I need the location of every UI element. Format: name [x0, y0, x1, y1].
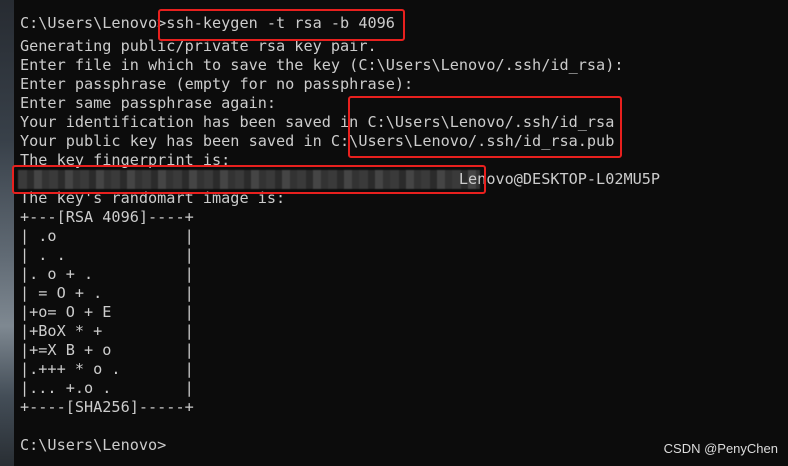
randomart-line: |+=X B + o |: [20, 341, 194, 359]
output-line: Enter file in which to save the key (C:\…: [20, 56, 624, 74]
command-line: C:\Users\Lenovo>ssh-keygen -t rsa -b 409…: [20, 14, 395, 32]
command-prompt[interactable]: C:\Users\Lenovo>: [20, 436, 166, 455]
fingerprint-line: Lenovo@DESKTOP-L02MU5P: [20, 170, 661, 188]
randomart-line: |... +.o . |: [20, 379, 194, 397]
randomart-line: |+o= O + E |: [20, 303, 194, 321]
output-line: The key fingerprint is:: [20, 151, 231, 169]
terminal-window[interactable]: C:\Users\Lenovo>ssh-keygen -t rsa -b 409…: [0, 0, 788, 466]
watermark: CSDN @PenyChen: [663, 441, 778, 456]
desktop-background: [0, 0, 14, 466]
randomart-line: | . . |: [20, 246, 194, 264]
randomart-line: |. o + . |: [20, 265, 194, 283]
randomart-line: | .o |: [20, 227, 194, 245]
output-line: Generating public/private rsa key pair.: [20, 37, 377, 55]
randomart-line: |.+++ * o . |: [20, 360, 194, 378]
randomart-line: | = O + . |: [20, 284, 194, 302]
public-key-path-line: Your public key has been saved in C:\Use…: [20, 132, 615, 150]
private-key-path-line: Your identification has been saved in C:…: [20, 113, 615, 131]
randomart-line: +---[RSA 4096]----+: [20, 208, 194, 226]
randomart-line: +----[SHA256]-----+: [20, 398, 194, 416]
output-line: The key's randomart image is:: [20, 189, 286, 207]
output-line: Enter same passphrase again:: [20, 94, 277, 112]
output-line: Enter passphrase (empty for no passphras…: [20, 75, 414, 93]
randomart-line: |+BoX * + |: [20, 322, 194, 340]
